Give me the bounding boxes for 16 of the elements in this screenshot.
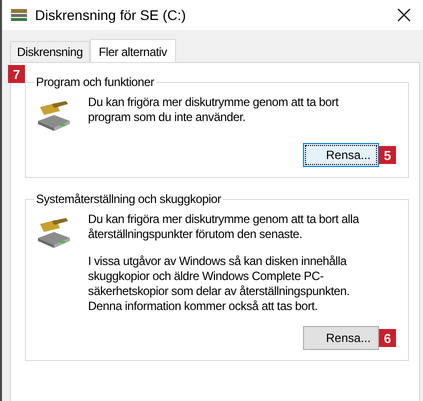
close-icon[interactable] [397,8,411,22]
window-title: Diskrensning för SE (C:) [35,7,187,23]
group-title: Systemåterställning och skuggkopior [35,192,222,206]
description-text: Du kan frigöra mer diskutrymme genom att ta bort alla återställningspunkter förutom den senaste. [88,212,360,242]
step-badge: 5 [379,146,396,164]
drive-broom-icon [36,101,72,131]
clean-up-button[interactable]: Rensa... [303,326,379,350]
tab[interactable]: Diskrensning [10,41,90,62]
clean-up-button[interactable]: Rensa... [303,143,379,167]
description-text: I vissa utgåvor av Windows så kan disken innehålla skuggkopior och äldre Windows Complete PC-säkerhetskopior som delar av återställningspunkten. Denna information kommer också att tas bort. [88,254,351,314]
description-text: Du kan frigöra mer diskutrymme genom att ta bort program som du inte använder. [88,95,340,125]
step-badge: 7 [8,65,25,83]
drive-broom-icon [36,218,72,248]
group-title: Program och funktioner [35,75,156,89]
step-badge: 6 [379,329,396,347]
tab[interactable]: Fler alternativ [90,39,176,63]
